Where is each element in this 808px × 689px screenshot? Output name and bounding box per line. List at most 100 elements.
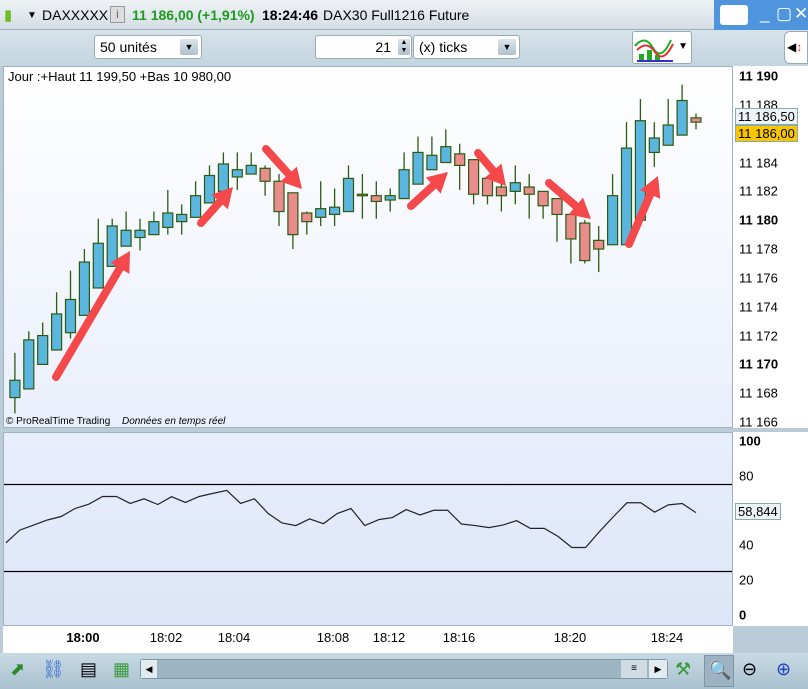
candle bbox=[50, 292, 63, 351]
candle-body-up bbox=[315, 208, 327, 218]
scroll-right-button[interactable]: ▶ bbox=[649, 660, 667, 678]
candle-body-down bbox=[370, 195, 382, 203]
candle-body-up bbox=[509, 182, 521, 192]
candle bbox=[23, 331, 35, 390]
ticks-spinner[interactable]: 21 ▲ ▼ bbox=[315, 35, 412, 59]
price-tick-label: 11 168 bbox=[739, 385, 778, 401]
zoom-in-icon[interactable]: ⊕ bbox=[776, 659, 791, 680]
candle-body-down bbox=[537, 190, 549, 207]
candle-body-up bbox=[231, 169, 243, 178]
price-tick-label: 11 166 bbox=[739, 414, 778, 430]
candle-body-up bbox=[176, 213, 188, 223]
candle-body-up bbox=[64, 298, 77, 334]
candle bbox=[579, 220, 591, 264]
daily-high-low: Jour :+Haut 11 199,50 +Bas 10 980,00 bbox=[8, 69, 232, 84]
candle bbox=[148, 211, 160, 236]
candle-body-up bbox=[78, 261, 91, 316]
indicator-icon bbox=[634, 39, 674, 62]
candle-body-down bbox=[259, 167, 271, 182]
rsi-tick-label: 0 bbox=[739, 607, 747, 623]
candle-body-up bbox=[120, 229, 132, 247]
candle bbox=[37, 322, 49, 365]
candle bbox=[190, 181, 202, 218]
keyboard-icon[interactable] bbox=[720, 5, 748, 25]
candle-body-down bbox=[481, 177, 494, 197]
window-controls: _ ▢ ✕ bbox=[714, 0, 808, 30]
candle-body-up bbox=[440, 146, 452, 164]
candle bbox=[315, 181, 327, 226]
ticks-unit-dropdown[interactable]: (x) ticks ▼ bbox=[413, 35, 520, 59]
minimize-icon[interactable]: _ bbox=[760, 4, 769, 24]
candle-body-up bbox=[620, 147, 633, 246]
candle-body-up bbox=[384, 195, 396, 201]
maximize-icon[interactable]: ▢ bbox=[776, 4, 792, 24]
info-icon[interactable]: i bbox=[110, 6, 125, 23]
candle-body-down bbox=[273, 180, 285, 213]
candle bbox=[454, 143, 466, 190]
rsi-axis[interactable]: 10080604020058,844 bbox=[733, 432, 808, 626]
price-tick-label: 11 190 bbox=[739, 68, 779, 84]
close-icon[interactable]: ✕ bbox=[794, 4, 808, 24]
price-tick-label: 11 184 bbox=[739, 155, 778, 171]
cursor-tool-icon[interactable]: ⚒ bbox=[675, 659, 691, 680]
zoom-out-icon[interactable]: ⊖ bbox=[742, 659, 757, 680]
rsi-current-label: 58,844 bbox=[735, 502, 781, 520]
candle-body-up bbox=[50, 313, 63, 351]
scroll-left-button[interactable]: ◀ bbox=[141, 660, 157, 678]
chevron-down-icon[interactable]: ▼ bbox=[498, 39, 516, 55]
candle bbox=[481, 177, 494, 205]
candle-body-up bbox=[92, 242, 104, 289]
units-dropdown[interactable]: 50 unités ▼ bbox=[94, 35, 202, 59]
ticks-value: 21 bbox=[375, 39, 391, 55]
candle bbox=[287, 192, 299, 250]
drawing-tools-icon[interactable]: ▤ bbox=[80, 659, 97, 680]
copyright: © ProRealTime Trading bbox=[6, 416, 111, 427]
current-price-label: 11 186,00 bbox=[735, 125, 798, 142]
candle-body-up bbox=[245, 164, 257, 175]
candle bbox=[301, 211, 313, 235]
horizontal-scrollbar[interactable]: ◀ ≡ ▶ bbox=[140, 659, 668, 679]
share-chart-icon[interactable]: ⬈ bbox=[10, 659, 25, 680]
chevron-down-icon[interactable]: ▼ bbox=[180, 39, 198, 55]
side-panel-toggle[interactable]: ◀↕ bbox=[784, 31, 808, 64]
candle bbox=[106, 218, 118, 267]
candle-body-up bbox=[426, 154, 438, 171]
chevron-down-icon[interactable]: ▼ bbox=[678, 41, 688, 52]
candle-body-up bbox=[342, 177, 355, 213]
rsi-line bbox=[5, 489, 697, 549]
time-tick-label: 18:16 bbox=[442, 630, 476, 645]
order-book-icon[interactable]: ▦ bbox=[113, 659, 130, 680]
candle-body-up bbox=[148, 221, 160, 236]
time-tick-label: 18:02 bbox=[149, 630, 183, 645]
candle bbox=[426, 136, 438, 171]
price-tick-label: 11 180 bbox=[739, 212, 779, 228]
candle-body-down bbox=[287, 192, 299, 236]
scroll-thumb[interactable]: ≡ bbox=[621, 660, 647, 678]
price-axis[interactable]: 11 190 11 188 11 184 11 182 11 180 11 178 11 1… bbox=[733, 66, 808, 430]
candle bbox=[92, 218, 104, 289]
zoom-auto-icon[interactable]: 🔍 bbox=[704, 655, 734, 687]
link-icon[interactable]: ⛓ bbox=[42, 659, 65, 680]
candle bbox=[162, 189, 174, 235]
candle bbox=[606, 174, 619, 246]
candle-body-down bbox=[523, 186, 535, 195]
rsi-tick-label: 20 bbox=[739, 572, 754, 588]
candle bbox=[648, 122, 660, 167]
candle-body-down bbox=[454, 153, 466, 167]
time-axis[interactable]: 18:00 18:02 18:04 18:08 18:12 18:16 18:20 18:24 bbox=[3, 626, 733, 653]
time-tick-label: 18:04 bbox=[217, 630, 251, 645]
candle bbox=[593, 225, 605, 273]
symbol-name[interactable]: DAXXXXX bbox=[42, 7, 108, 23]
candle bbox=[64, 270, 77, 339]
candle bbox=[329, 188, 341, 226]
candlestick-icon[interactable]: ▮ bbox=[4, 6, 12, 24]
candle bbox=[690, 113, 702, 130]
add-indicator-button[interactable]: ▼ bbox=[632, 31, 692, 64]
chevron-down-icon[interactable]: ▼ bbox=[27, 10, 37, 21]
candle-body-up bbox=[134, 229, 146, 239]
candle bbox=[176, 204, 188, 235]
price-chart[interactable]: Jour :+Haut 11 199,50 +Bas 10 980,00 © P… bbox=[3, 66, 733, 428]
candle-body-down bbox=[551, 197, 563, 216]
spinner-arrows-icon[interactable]: ▲ ▼ bbox=[398, 39, 410, 55]
rsi-panel[interactable] bbox=[3, 432, 733, 626]
